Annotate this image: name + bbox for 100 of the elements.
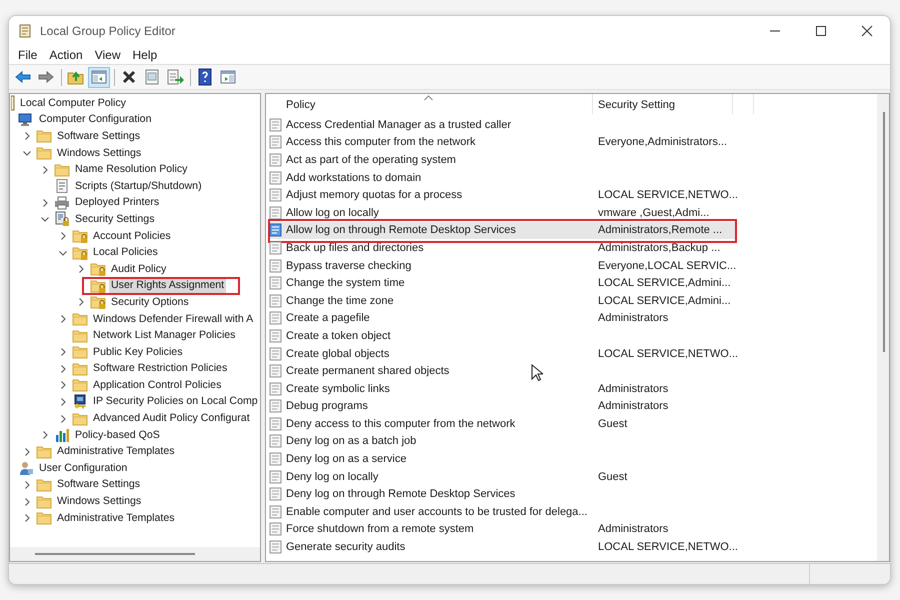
table-cell: Adjust memory quotas for a process [286,189,462,202]
table-cell: Deny log on as a service [286,453,406,466]
table-row[interactable]: Access this computer from the network Everyone,Administrators... [269,134,736,152]
expand-chevron-icon[interactable] [23,514,31,522]
expand-chevron-icon[interactable] [41,198,49,207]
table-row[interactable]: Force shutdown from a remote system Administrators [269,520,736,538]
collapse-chevron-icon[interactable] [23,149,31,158]
tree-item[interactable]: Account Policies [91,228,173,244]
table-row[interactable]: Create global objects LOCAL SERVICE,NETWO... [269,344,736,362]
computer-icon [18,112,34,128]
table-row[interactable]: Deny log on locally Guest [269,468,736,486]
expand-chevron-icon[interactable] [59,348,67,356]
table-row[interactable]: Create a token object [269,327,736,345]
tree-item[interactable]: Computer Configuration [37,112,154,128]
table-cell: Change the time zone [286,294,394,307]
table-row[interactable]: Create a pagefile Administrators [269,310,736,328]
table-row[interactable]: Add workstations to domain [269,168,736,186]
table-row[interactable]: Deny access to this computer from the network Guest [269,415,736,433]
table-row[interactable]: Create symbolic links Administrators [269,380,736,398]
computer-key-icon [72,394,88,410]
collapse-chevron-icon[interactable] [41,215,49,224]
collapse-chevron-icon[interactable] [59,248,67,257]
folder-icon [72,311,88,328]
expand-chevron-icon[interactable] [59,381,67,390]
tree-item[interactable]: Advanced Audit Policy Configurat [91,411,252,426]
tree-item[interactable]: Windows Settings [55,146,144,161]
tree-item[interactable]: Scripts (Startup/Shutdown) [73,178,204,194]
column-header[interactable]: Policy [266,94,593,114]
expand-chevron-icon[interactable] [41,166,49,174]
tree-item[interactable]: Windows Settings [55,494,144,510]
expand-chevron-icon[interactable] [59,315,67,324]
expand-chevron-icon[interactable] [23,132,31,140]
tree-item[interactable]: Policy-based QoS [73,428,162,443]
locked-folder-icon [90,294,106,310]
expand-chevron-icon[interactable] [77,298,85,306]
expand-chevron-icon[interactable] [59,232,67,240]
table-cell: Deny log on through Remote Desktop Services [286,488,516,500]
vertical-scrollbar[interactable] [877,94,889,561]
table-cell: Create symbolic links [286,382,390,395]
tree-item[interactable]: User Rights Assignment [109,278,226,294]
tree-item[interactable]: Security Settings [73,212,156,227]
expand-chevron-icon[interactable] [23,498,31,506]
table-row[interactable]: Adjust memory quotas for a process LOCAL SERVICE,NETWO... [269,186,736,204]
table-row[interactable]: Bypass traverse checking Everyone,LOCAL SERVIC... [269,256,736,274]
table-row[interactable]: Deny log on as a service [269,450,736,468]
tree-item[interactable]: Network List Manager Policies [91,328,238,344]
table-row[interactable]: Change the time zone LOCAL SERVICE,Admini... [269,292,736,310]
table-cell-text: Administrators [597,382,668,395]
expand-chevron-icon[interactable] [23,448,31,456]
menu-item[interactable]: Help [126,48,164,62]
table-row[interactable]: Enable computer and user accounts to be trusted for delega... [269,503,736,521]
table-row[interactable]: Access Credential Manager as a trusted caller [269,116,736,134]
tree-item[interactable]: Local Policies [91,245,160,260]
tree-item[interactable]: Administrative Templates [55,510,177,526]
horizontal-scrollbar[interactable] [10,547,260,561]
table-row[interactable]: Act as part of the operating system [269,151,736,169]
folder-icon [54,162,70,178]
menu-item[interactable]: Action [43,48,89,62]
tree-panel-icon[interactable] [88,66,110,88]
tree-item[interactable]: Software Settings [55,128,142,144]
expand-chevron-icon[interactable] [59,414,67,423]
tree-item[interactable]: User Configuration [37,460,130,476]
tree-item[interactable]: Administrative Templates [55,444,177,460]
tree-item[interactable]: IP Security Policies on Local Comp [91,394,260,410]
policy-icon [269,240,283,255]
menu-item[interactable]: File [12,48,44,62]
tree-item[interactable]: Application Control Policies [91,378,224,393]
tree-item[interactable]: Public Key Policies [91,344,184,360]
tree-item[interactable]: Audit Policy [109,262,168,277]
folder-icon [72,377,88,394]
expand-chevron-icon[interactable] [59,364,67,373]
folder-icon [36,494,52,510]
table-row[interactable]: Deny log on as a batch job [269,432,736,450]
expand-chevron-icon[interactable] [23,480,31,489]
expand-chevron-icon[interactable] [77,265,85,274]
folder-icon [72,328,88,344]
table-cell: Add workstations to domain [286,172,422,184]
table-cell-text: Everyone,Administrators... [597,136,727,148]
expand-chevron-icon[interactable] [41,431,49,440]
table-cell: Access this computer from the network [286,136,476,148]
column-header[interactable]: Security Setting [593,94,733,114]
tree-item[interactable]: Security Options [109,294,191,310]
tree-item[interactable]: Software Settings [55,477,142,492]
table-row[interactable]: Change the system time LOCAL SERVICE,Admini... [269,274,736,292]
locked-folder-icon [72,244,88,261]
table-row[interactable]: Back up files and directories Administrators,Backup ... [269,239,736,257]
tree-item[interactable]: Software Restriction Policies [91,361,230,376]
table-row[interactable]: Deny log on through Remote Desktop Services [269,485,736,504]
table-row[interactable]: Create permanent shared objects [269,362,736,380]
table-row[interactable]: Generate security audits LOCAL SERVICE,NETWO... [269,538,736,556]
tree-item[interactable]: Windows Defender Firewall with A [91,312,256,327]
expand-chevron-icon[interactable] [59,398,67,406]
menu-item[interactable]: View [88,48,126,62]
tree-item[interactable]: Deployed Printers [73,195,162,210]
table-cell: Enable computer and user accounts to be trusted for delega... [286,506,588,518]
tree-item[interactable]: Local Computer Policy [18,96,128,111]
table-row[interactable]: Allow log on locally vmware ,Guest,Admi... [269,204,736,222]
table-row[interactable]: Debug programs Administrators [269,398,736,416]
tree-item[interactable]: Name Resolution Policy [73,162,190,178]
table-cell: Deny log on as a batch job [286,435,416,448]
